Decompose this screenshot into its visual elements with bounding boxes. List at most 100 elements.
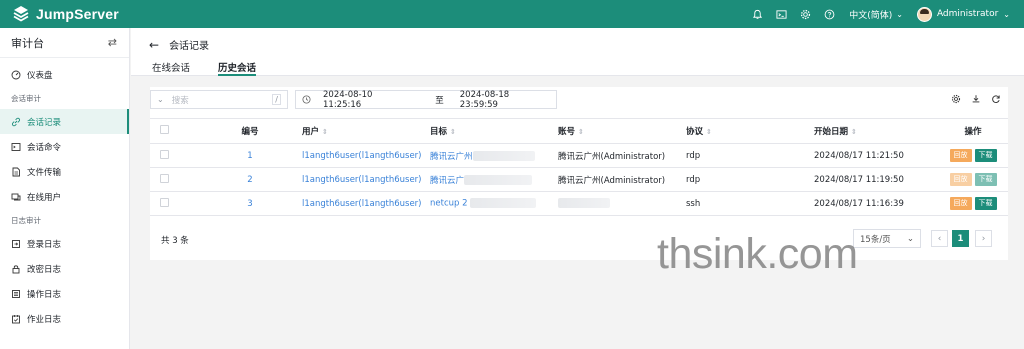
redacted-text: [464, 175, 533, 185]
redacted-text: [472, 151, 535, 161]
page-title: 会话记录: [169, 41, 210, 52]
table-row: 1 l1angth6user(l1angth6user) 腾讯云广州 腾讯云广州…: [150, 143, 1008, 168]
sidebar-item-login-log[interactable]: 登录日志: [0, 231, 129, 256]
watermark-text: thsink.com: [657, 230, 858, 278]
settings-icon[interactable]: [950, 93, 962, 105]
replay-button[interactable]: 回放: [949, 149, 972, 162]
tab-history-sessions[interactable]: 历史会话: [218, 60, 257, 76]
sidebar-item-label: 会话命令: [27, 142, 62, 153]
chevron-down-icon: ⌄: [1003, 9, 1010, 19]
search-shortcut: /: [272, 94, 281, 105]
login-icon: [11, 239, 21, 249]
date-end: 2024-08-18 23:59:59: [459, 89, 510, 110]
session-id-link[interactable]: 3: [247, 199, 252, 209]
download-icon[interactable]: [970, 93, 982, 105]
row-checkbox[interactable]: [160, 173, 169, 183]
terminal-icon: [11, 142, 21, 152]
language-selector[interactable]: 中文(简体) ⌄: [849, 8, 903, 21]
sidebar-item-dashboard[interactable]: 仪表盘: [0, 62, 129, 87]
select-all-checkbox[interactable]: [160, 125, 169, 134]
column-header-user[interactable]: 用户: [302, 127, 319, 137]
sidebar-title: 审计台: [11, 36, 44, 50]
target-link[interactable]: 腾讯云广: [430, 176, 464, 186]
page-1-button[interactable]: 1: [952, 230, 969, 247]
sort-icon[interactable]: ⇕: [851, 128, 857, 136]
sidebar-item-operation-log[interactable]: 操作日志: [0, 281, 129, 306]
page-size-label: 15条/页: [860, 234, 891, 245]
sidebar-item-label: 操作日志: [27, 289, 62, 300]
bell-icon[interactable]: [750, 7, 764, 21]
sidebar-item-password-change-log[interactable]: 改密日志: [0, 256, 129, 281]
sidebar-item-session-records[interactable]: 会话记录: [0, 109, 129, 134]
sidebar-item-label: 登录日志: [27, 239, 62, 250]
tab-online-sessions[interactable]: 在线会话: [152, 60, 190, 76]
protocol-value: rdp: [686, 174, 701, 185]
table-row: 3 l1angth6user(l1angth6user) netcup 2 ss…: [150, 191, 1008, 216]
terminal-icon[interactable]: [774, 7, 788, 21]
download-button[interactable]: 下载: [974, 197, 997, 210]
session-id-link[interactable]: 1: [247, 151, 252, 161]
chevron-right-icon: ›: [981, 233, 986, 244]
table-row: 2 l1angth6user(l1angth6user) 腾讯云广 腾讯云广州(…: [150, 167, 1008, 192]
table-header-row: 编号 用户 ⇕ 目标 ⇕ 账号 ⇕ 协议 ⇕ 开始日期 ⇕ 操作: [150, 118, 1008, 144]
chevron-down-icon: ⌄: [906, 233, 914, 244]
session-id-link[interactable]: 2: [247, 175, 252, 185]
sidebar-item-job-log[interactable]: 作业日志: [0, 306, 129, 331]
session-table: 编号 用户 ⇕ 目标 ⇕ 账号 ⇕ 协议 ⇕ 开始日期 ⇕ 操作 1 l1angth6us…: [150, 118, 1008, 216]
user-link[interactable]: l1angth6user(l1angth6user): [302, 199, 422, 209]
language-label: 中文(简体): [849, 10, 893, 21]
settings-icon[interactable]: [798, 7, 812, 21]
date-range-picker[interactable]: 2024-08-10 11:25:16 至 2024-08-18 23:59:5…: [295, 89, 557, 110]
back-arrow-icon[interactable]: ←: [149, 38, 159, 52]
refresh-icon[interactable]: [990, 93, 1002, 105]
sidebar-item-label: 仪表盘: [27, 70, 53, 81]
sidebar-group-session: 会话审计: [11, 94, 41, 103]
date-value: 2024/08/17 11:21:50: [814, 150, 904, 161]
column-header-date[interactable]: 开始日期: [814, 127, 848, 137]
replay-button[interactable]: 回放: [949, 197, 972, 210]
job-icon: [11, 314, 21, 324]
sort-icon[interactable]: ⇕: [706, 128, 712, 136]
app-logo[interactable]: JumpServer: [0, 5, 130, 23]
sort-icon[interactable]: ⇕: [450, 128, 456, 136]
column-header-id: 编号: [241, 127, 259, 137]
online-user-icon: [11, 192, 21, 202]
redacted-text: [558, 198, 610, 209]
target-link[interactable]: netcup 2: [430, 199, 468, 209]
app-name: JumpServer: [36, 6, 119, 22]
sidebar-item-file-transfer[interactable]: 文件传输: [0, 159, 129, 184]
sidebar-item-online-users[interactable]: 在线用户: [0, 184, 129, 209]
switch-view-icon[interactable]: ⇄: [108, 36, 117, 49]
protocol-value: ssh: [686, 198, 701, 209]
page-header: ← 会话记录 在线会话 历史会话: [131, 28, 1024, 76]
sort-icon[interactable]: ⇕: [322, 128, 328, 136]
sidebar-item-label: 文件传输: [27, 167, 62, 178]
replay-button[interactable]: 回放: [949, 173, 972, 186]
download-button[interactable]: 下载: [974, 173, 997, 186]
sidebar-item-session-commands[interactable]: 会话命令: [0, 134, 129, 159]
account-value: 腾讯云广州(Administrator): [558, 151, 666, 162]
sort-icon[interactable]: ⇕: [578, 128, 584, 136]
column-header-protocol[interactable]: 协议: [686, 127, 703, 137]
user-link[interactable]: l1angth6user(l1angth6user): [302, 151, 422, 161]
search-input[interactable]: ⌄ 搜索 /: [150, 90, 288, 109]
row-checkbox[interactable]: [160, 149, 169, 159]
page-size-select[interactable]: 15条/页 ⌄: [853, 229, 921, 248]
date-separator: 至: [435, 95, 444, 106]
link-icon: [11, 117, 21, 127]
row-checkbox[interactable]: [160, 197, 169, 207]
column-header-target[interactable]: 目标: [430, 127, 447, 137]
search-placeholder: 搜索: [171, 95, 189, 106]
download-button[interactable]: 下载: [974, 149, 997, 162]
user-menu[interactable]: Administrator ⌄: [916, 6, 1010, 22]
target-link[interactable]: 腾讯云广州: [430, 152, 473, 162]
date-start: 2024-08-10 11:25:16: [323, 89, 373, 110]
column-header-account[interactable]: 账号: [558, 127, 575, 137]
help-icon[interactable]: [822, 7, 836, 21]
session-list-card: ⌄ 搜索 / 2024-08-10 11:25:16 至 2024-08-18 …: [150, 87, 1008, 260]
clock-icon: [302, 95, 311, 104]
user-link[interactable]: l1angth6user(l1angth6user): [302, 175, 422, 185]
date-value: 2024/08/17 11:19:50: [814, 174, 904, 185]
next-page-button[interactable]: ›: [975, 230, 992, 247]
prev-page-button[interactable]: ‹: [931, 230, 948, 247]
